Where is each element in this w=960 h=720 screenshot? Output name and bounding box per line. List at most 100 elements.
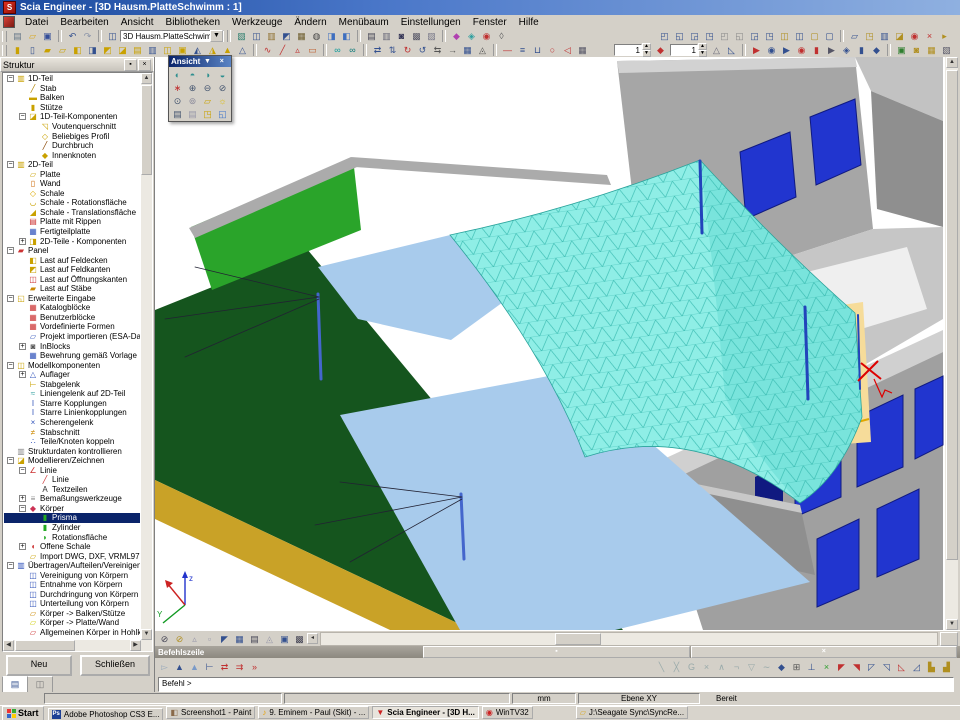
tree-item-2d-teil[interactable]: −▥2D-Teil — [4, 160, 140, 170]
tree-item-last-auf-feldecken[interactable]: ◧Last auf Feldecken — [4, 255, 140, 265]
modify-toolbar-icon[interactable]: ⇆ — [431, 44, 444, 56]
3d-viewport[interactable]: z Y — [155, 57, 945, 630]
tree-item-last-auf-stäbe[interactable]: ▰Last auf Stäbe — [4, 284, 140, 294]
tree-item-stabgelenk[interactable]: ⊢Stabgelenk — [4, 380, 140, 390]
tree-item-starre-kopplungen[interactable]: IStarre Kopplungen — [4, 399, 140, 409]
draw-toolbar-icon[interactable]: ▭ — [306, 44, 319, 56]
tree-item-durchdringung-von-körpern[interactable]: ◫Durchdringung von Körpern — [4, 590, 140, 600]
scroll-up-icon[interactable]: ▲ — [141, 73, 152, 84]
scroll-right-icon[interactable]: ▶ — [130, 640, 141, 651]
window-layout-icon[interactable]: ◫ — [793, 30, 806, 42]
spinner-2-value[interactable] — [670, 44, 698, 56]
tree-item-last-auf-feldkanten[interactable]: ◩Last auf Feldkanten — [4, 265, 140, 275]
structure-toolbar-icon[interactable]: ▰ — [41, 44, 54, 56]
taskbar-task-screenshot1-paint[interactable]: ◧Screenshot1 - Paint — [166, 706, 255, 719]
view-tool-icon[interactable]: ◑ — [201, 68, 214, 81]
view-tool-icon[interactable]: ⊘ — [216, 81, 229, 94]
view-option-icon[interactable]: ▫ — [203, 633, 216, 645]
project-toolbar-icon[interactable]: ◩ — [280, 30, 293, 42]
tree-item-projekt-importieren-esa-datei-[interactable]: ▱Projekt importieren (ESA-Datei) — [4, 332, 140, 342]
image-toolbar-icon[interactable]: ▣ — [895, 44, 908, 56]
image-toolbar-icon[interactable]: ▦ — [925, 44, 938, 56]
modify-toolbar-icon[interactable]: ▦ — [461, 44, 474, 56]
selection-mode-icon[interactable]: » — [248, 661, 261, 673]
tree-item-inblocks[interactable]: +◙InBlocks — [4, 341, 140, 351]
project-toolbar-icon[interactable]: ◍ — [310, 30, 323, 42]
file-toolbar-icon[interactable]: ▤ — [11, 30, 24, 42]
tree-item-rotationsfläche[interactable]: ◗Rotationsfläche — [4, 532, 140, 542]
modify-toolbar-icon[interactable]: ◬ — [476, 44, 489, 56]
collapse-icon[interactable]: − — [19, 113, 26, 120]
view-option-icon[interactable]: ▩ — [293, 633, 306, 645]
snap-mode-icon[interactable]: G — [685, 661, 698, 673]
tree-item-1d-teil-komponenten[interactable]: −◪1D-Teil-Komponenten — [4, 112, 140, 122]
selection-mode-icon[interactable]: ⇉ — [233, 661, 246, 673]
selection-toolbar-icon[interactable]: ◉ — [765, 44, 778, 56]
tree-item-körper[interactable]: −◆Körper — [4, 504, 140, 514]
project-toolbar-icon[interactable]: ▧ — [235, 30, 248, 42]
link-toolbar-icon[interactable]: ∞ — [346, 44, 359, 56]
collapse-icon[interactable]: − — [7, 562, 14, 569]
selection-mode-icon[interactable]: ▲ — [173, 661, 186, 673]
dimension-toolbar-icon[interactable]: ⊔ — [531, 44, 544, 56]
view-option-icon[interactable]: ⊘ — [173, 633, 186, 645]
scroll-left-icon[interactable]: ◂ — [307, 633, 318, 644]
spinner-1-arrows[interactable]: ▲▼ — [642, 43, 651, 57]
tree-item-starre-linienkopplungen[interactable]: IStarre Linienkopplungen — [4, 408, 140, 418]
file-toolbar-icon[interactable]: ▣ — [41, 30, 54, 42]
view-tool-icon[interactable]: ⊚ — [186, 94, 199, 107]
project-toolbar-icon[interactable]: ◨ — [325, 30, 338, 42]
status-units[interactable]: mm — [512, 693, 576, 704]
selection-toolbar-icon[interactable]: ◉ — [795, 44, 808, 56]
tree-item-beliebiges-profil[interactable]: ◇Beliebiges Profil — [4, 131, 140, 141]
view-option-icon[interactable]: ▤ — [248, 633, 261, 645]
tools-icon[interactable]: × — [923, 30, 936, 42]
link-toolbar-icon[interactable]: ∞ — [331, 44, 344, 56]
menu-item-datei[interactable]: Datei — [19, 17, 54, 28]
selection-mode-icon[interactable]: ▲ — [188, 661, 201, 673]
activity-spinner-2[interactable]: ▲▼ — [670, 43, 707, 57]
view-tool-icon[interactable]: ◱ — [216, 107, 229, 120]
view-tool-icon[interactable]: ⊖ — [201, 81, 214, 94]
chevron-down-icon[interactable]: ▼ — [210, 30, 223, 42]
tree-item-stabschnitt[interactable]: ≠Stabschnitt — [4, 427, 140, 437]
misc-toolbar-icon[interactable]: ◆ — [450, 30, 463, 42]
view-manager-icon[interactable]: ◳ — [863, 30, 876, 42]
scroll-left-icon[interactable]: ◀ — [3, 640, 14, 651]
structure-toolbar-icon[interactable]: ◩ — [101, 44, 114, 56]
tree-item-modellkomponenten[interactable]: −◫Modellkomponenten — [4, 360, 140, 370]
draw-toolbar-icon[interactable]: ∿ — [261, 44, 274, 56]
project-toolbar-icon[interactable]: ◫ — [250, 30, 263, 42]
collapse-icon[interactable]: − — [7, 295, 14, 302]
print-toolbar-icon[interactable]: ▥ — [380, 30, 393, 42]
tree-item-schale-translationsfläche[interactable]: ◢Schale - Translationsfläche — [4, 208, 140, 218]
print-toolbar-icon[interactable]: ◙ — [395, 30, 408, 42]
tree-item-innenknoten[interactable]: ◆Innenknoten — [4, 150, 140, 160]
tree-item-offene-schale[interactable]: +◖Offene Schale — [4, 542, 140, 552]
command-input[interactable]: Befehl > — [158, 677, 954, 692]
snap-mode-icon[interactable]: ▟ — [940, 661, 953, 673]
collapse-icon[interactable]: − — [7, 362, 14, 369]
window-layout-icon[interactable]: ◫ — [778, 30, 791, 42]
tree-vscroll-thumb[interactable] — [141, 85, 152, 175]
tree-item-erweiterte-eingabe[interactable]: −◱Erweiterte Eingabe — [4, 294, 140, 304]
activity-spinner-1[interactable]: ▲▼ — [614, 43, 651, 57]
window-layout-icon[interactable]: ◳ — [703, 30, 716, 42]
print-toolbar-icon[interactable]: ▨ — [425, 30, 438, 42]
view-tool-icon[interactable]: ☼ — [216, 94, 229, 107]
undo-redo-icon[interactable]: ↷ — [81, 30, 94, 42]
tree-item-platte[interactable]: ▱Platte — [4, 169, 140, 179]
view-option-icon[interactable]: ▣ — [278, 633, 291, 645]
tree-item-schale-rotationsfläche[interactable]: ◡Schale - Rotationsfläche — [4, 198, 140, 208]
structure-toolbar-icon[interactable]: ▥ — [146, 44, 159, 56]
tree-horizontal-scrollbar[interactable]: ◀ ▶ — [3, 640, 141, 651]
toolbar-grip[interactable] — [2, 45, 7, 56]
window-layout-icon[interactable]: ▢ — [808, 30, 821, 42]
window-layout-icon[interactable]: ◲ — [688, 30, 701, 42]
view-tool-icon[interactable]: ∗ — [171, 81, 184, 94]
expand-icon[interactable]: + — [19, 543, 26, 550]
dimension-toolbar-icon[interactable]: ○ — [546, 44, 559, 56]
modify-toolbar-icon[interactable]: ↻ — [401, 44, 414, 56]
dimension-toolbar-icon[interactable]: — — [501, 44, 514, 56]
command-panel-title[interactable]: Befehlszeile ▪ × — [155, 646, 960, 658]
